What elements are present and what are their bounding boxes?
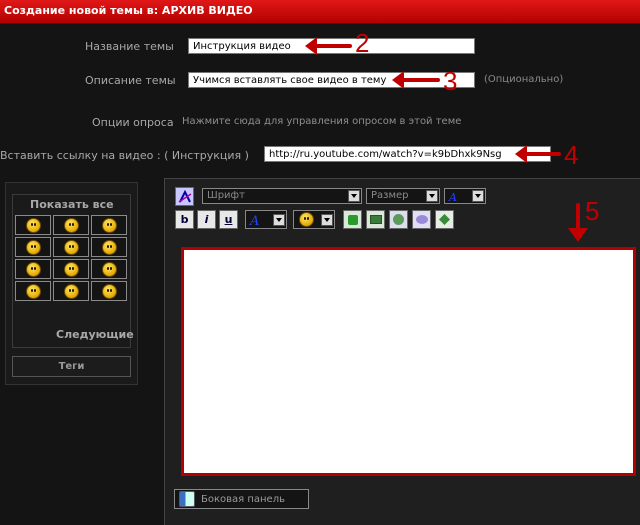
smiley-item[interactable] [91, 259, 127, 279]
insert-code-icon[interactable] [435, 210, 454, 229]
annotation-arrowhead-2 [305, 37, 317, 55]
smiley-icon [63, 261, 79, 277]
underline-button[interactable]: u [219, 210, 238, 229]
smiley-item[interactable] [53, 281, 89, 301]
insert-image-icon[interactable] [366, 210, 385, 229]
annotation-arrowhead-5 [568, 228, 588, 242]
smiley-item[interactable] [15, 215, 51, 235]
insert-quote-icon[interactable] [412, 210, 431, 229]
smiley-item[interactable] [91, 237, 127, 257]
font-color-icon: A [448, 191, 457, 202]
smiley-icon [63, 283, 79, 299]
smiley-item[interactable] [53, 259, 89, 279]
annotation-arrow-2 [312, 44, 352, 48]
annotation-arrow-3 [400, 78, 440, 82]
smiley-item[interactable] [53, 215, 89, 235]
next-smilies-link[interactable]: Следующие [56, 328, 134, 341]
size-select-value: Размер [371, 190, 409, 201]
smiley-item[interactable] [91, 215, 127, 235]
post-textarea[interactable] [181, 247, 636, 476]
chevron-down-icon [426, 190, 438, 202]
highlight-color-select[interactable] [293, 210, 335, 229]
chevron-down-icon [321, 214, 333, 226]
annotation-number-4: 4 [564, 140, 579, 170]
annotation-number-5: 5 [585, 196, 600, 226]
smiley-icon [101, 261, 117, 277]
insert-email-icon[interactable] [389, 210, 408, 229]
page-title: Создание новой темы в: АРХИВ ВИДЕО [4, 4, 253, 17]
poll-manage-link[interactable]: Нажмите сюда для управления опросом в эт… [182, 116, 461, 127]
smiley-icon [25, 217, 41, 233]
formatting-mode-icon[interactable] [175, 187, 194, 206]
smiley-item[interactable] [91, 281, 127, 301]
chevron-down-icon [273, 214, 285, 226]
font-select[interactable]: Шрифт [202, 188, 362, 204]
smiley-item[interactable] [15, 237, 51, 257]
annotation-number-3: 3 [443, 66, 458, 96]
annotation-arrow-4 [523, 152, 561, 156]
annotation-arrowhead-3 [392, 71, 404, 89]
svg-text:A: A [448, 191, 457, 202]
smiley-icon [25, 283, 41, 299]
text-color-select[interactable]: A [245, 210, 287, 229]
font-color-select[interactable]: A [444, 188, 486, 204]
optional-note: (Опционально) [484, 74, 564, 85]
smiley-icon [25, 239, 41, 255]
topic-name-label: Название темы [85, 40, 174, 53]
chevron-down-icon [472, 190, 484, 202]
smiley-icon [101, 283, 117, 299]
smiley-icon [63, 239, 79, 255]
video-link-input[interactable]: http://ru.youtube.com/watch?v=k9bDhxk9Ns… [264, 146, 551, 162]
italic-button[interactable]: i [197, 210, 216, 229]
smiley-color-icon [299, 212, 314, 227]
smiley-item[interactable] [53, 237, 89, 257]
text-color-icon: A [249, 214, 259, 226]
smiley-icon [25, 261, 41, 277]
bold-button[interactable]: b [175, 210, 194, 229]
smiley-item[interactable] [15, 281, 51, 301]
size-select[interactable]: Размер [366, 188, 440, 204]
svg-text:A: A [249, 214, 259, 226]
video-link-label: Вставить ссылку на видео : ( Инструкция … [0, 149, 249, 162]
tags-button[interactable]: Теги [12, 356, 131, 377]
font-select-value: Шрифт [207, 190, 245, 201]
side-panel-label: Боковая панель [201, 493, 285, 505]
show-all-smilies-link[interactable]: Показать все [30, 198, 114, 211]
title-bar: Создание новой темы в: АРХИВ ВИДЕО [0, 0, 640, 24]
chevron-down-icon [348, 190, 360, 202]
topic-desc-label: Описание темы [85, 74, 176, 87]
insert-link-icon[interactable] [343, 210, 362, 229]
annotation-number-2: 2 [355, 28, 370, 58]
smiley-item[interactable] [15, 259, 51, 279]
annotation-arrowhead-4 [515, 145, 527, 163]
smiley-icon [101, 239, 117, 255]
smiley-icon [101, 217, 117, 233]
side-panel-button[interactable]: Боковая панель [174, 489, 309, 509]
smiley-icon [63, 217, 79, 233]
side-panel-icon [179, 491, 195, 507]
poll-label: Опции опроса [92, 116, 174, 129]
